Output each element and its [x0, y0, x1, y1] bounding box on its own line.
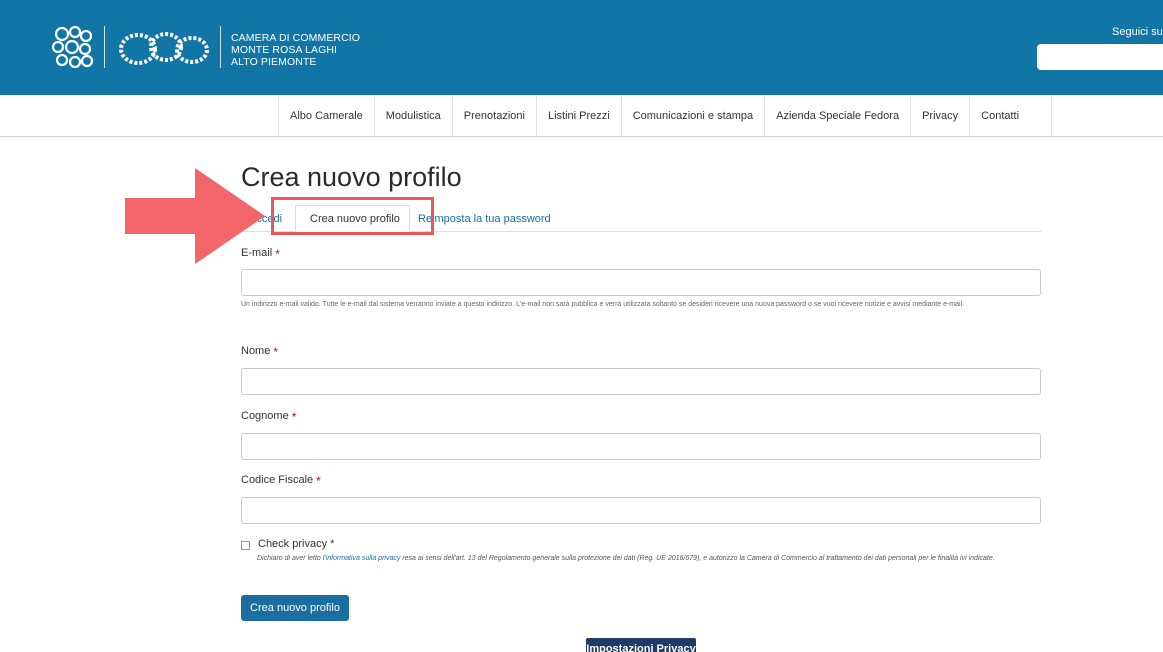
- follow-us-label: Seguici su:: [1112, 26, 1163, 38]
- nav-item-albo-camerale[interactable]: Albo Camerale: [279, 95, 375, 137]
- page-title: Crea nuovo profilo: [241, 162, 462, 192]
- nome-label-text: Nome: [241, 345, 271, 357]
- privacy-policy-link[interactable]: informativa sulla privacy: [326, 555, 401, 562]
- required-marker: *: [291, 410, 297, 424]
- email-field[interactable]: [241, 269, 1041, 296]
- nav-item-comunicazioni[interactable]: Comunicazioni e stampa: [622, 95, 766, 137]
- org-name-line: CAMERA DI COMMERCIO: [231, 32, 361, 44]
- create-profile-button[interactable]: Crea nuovo profilo: [241, 595, 349, 621]
- required-marker: *: [275, 247, 280, 261]
- nome-label: Nome *: [241, 345, 278, 359]
- organization-name[interactable]: CAMERA DI COMMERCIO MONTE ROSA LAGHI ALT…: [231, 32, 360, 68]
- chamber-logo-icon[interactable]: [48, 22, 100, 74]
- cognome-field[interactable]: [241, 433, 1041, 460]
- logo-divider: [220, 26, 221, 68]
- cognome-label-text: Cognome: [241, 410, 289, 422]
- required-marker: *: [273, 345, 279, 359]
- email-description: Un indirizzo e-mail valido. Tutte le e-m…: [241, 301, 965, 308]
- codice-fiscale-field[interactable]: [241, 497, 1041, 524]
- privacy-settings-button[interactable]: Impostazioni Privacy: [586, 638, 696, 652]
- main-nav: Albo Camerale Modulistica Prenotazioni L…: [0, 95, 1163, 137]
- privacy-statement: Dichiaro di aver letto l'informativa sul…: [257, 553, 1052, 565]
- nome-field[interactable]: [241, 368, 1041, 395]
- register-form-container: Crea nuovo profilo Accedi Crea nuovo pro…: [241, 160, 1041, 621]
- logo-divider: [104, 26, 105, 68]
- site-header: CAMERA DI COMMERCIO MONTE ROSA LAGHI ALT…: [0, 0, 1163, 95]
- nav-item-azienda-speciale[interactable]: Azienda Speciale Fedora: [765, 95, 912, 137]
- privacy-text-after: resa ai sensi dell'art. 13 del Regolamen…: [400, 555, 995, 562]
- privacy-checkbox[interactable]: [241, 541, 250, 550]
- org-name-line: ALTO PIEMONTE: [231, 56, 317, 68]
- codice-fiscale-label: Codice Fiscale *: [241, 474, 321, 488]
- nav-item-modulistica[interactable]: Modulistica: [375, 95, 453, 137]
- nav-item-privacy[interactable]: Privacy: [911, 95, 971, 137]
- search-input[interactable]: [1037, 44, 1163, 70]
- org-name-line: MONTE ROSA LAGHI: [231, 44, 338, 56]
- nav-item-prenotazioni[interactable]: Prenotazioni: [453, 95, 537, 137]
- nav-item-listini-prezzi[interactable]: Listini Prezzi: [537, 95, 622, 137]
- nav-item-contatti[interactable]: Contatti: [970, 95, 1053, 137]
- codice-fiscale-label-text: Codice Fiscale: [241, 474, 314, 486]
- cognome-label: Cognome *: [241, 410, 296, 424]
- privacy-text-before: Dichiaro di aver letto l': [257, 555, 326, 562]
- annotation-highlight-box: [271, 197, 434, 235]
- rope-knot-logo-icon[interactable]: [114, 26, 212, 72]
- privacy-checkbox-label[interactable]: Check privacy *: [258, 538, 334, 550]
- annotation-arrow-icon: [125, 168, 265, 264]
- required-marker: *: [316, 474, 321, 488]
